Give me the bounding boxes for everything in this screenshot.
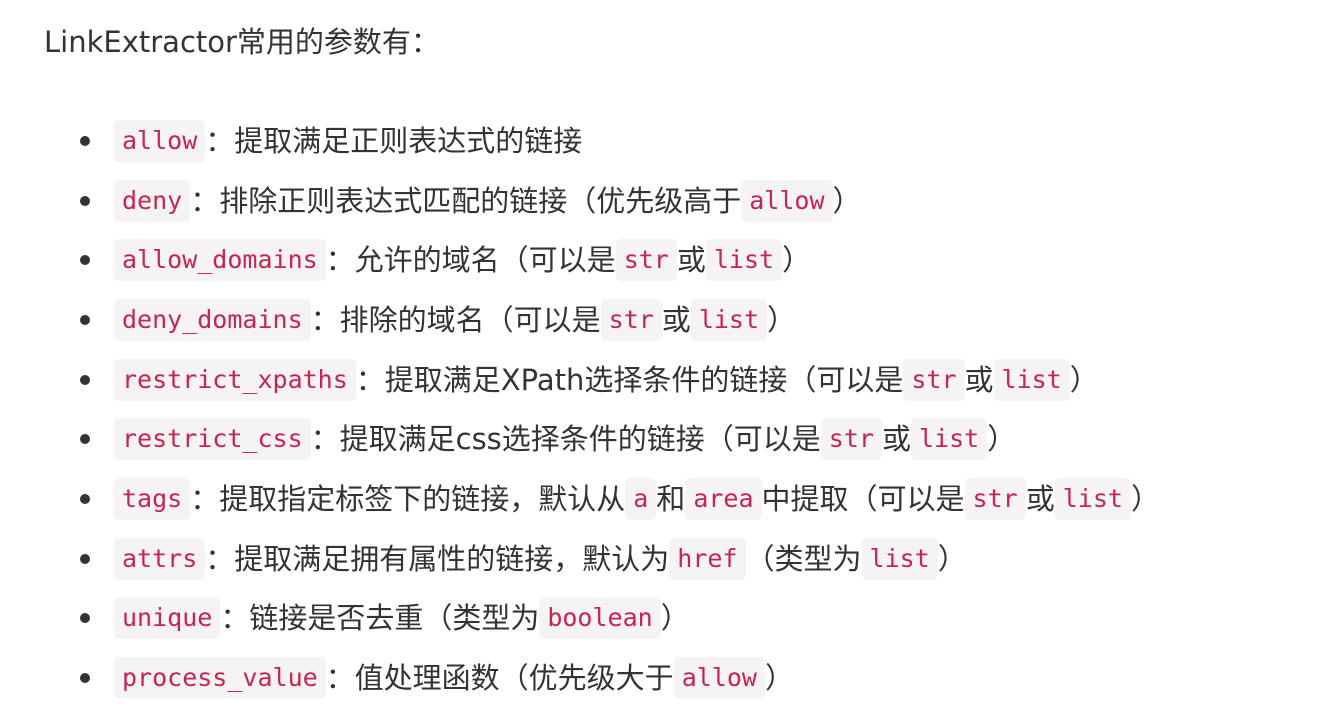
item-text: （类型为 — [745, 541, 862, 576]
inline-code: allow — [114, 119, 206, 162]
inline-code: restrict_css — [114, 418, 311, 461]
item-text: ） — [1069, 362, 1099, 397]
inline-code: deny_domains — [114, 298, 311, 341]
article-content: LinkExtractor常用的参数有： allow ：提取满足正则表达式的链接… — [44, 18, 1320, 708]
inline-code: str — [903, 358, 965, 401]
inline-code: list — [993, 358, 1070, 401]
inline-code: list — [861, 537, 938, 580]
list-item-process-value: process_value ：值处理函数（优先级大于 allow ） — [80, 648, 1320, 708]
inline-code: allow — [673, 657, 765, 700]
inline-code: list — [705, 239, 783, 282]
item-text: ：允许的域名（可以是 — [325, 243, 616, 278]
inline-code: href — [669, 537, 746, 580]
item-text: 和 — [656, 481, 686, 516]
list-item-unique: unique ：链接是否去重（类型为 boolean ） — [80, 589, 1320, 649]
inline-code: allow — [741, 179, 833, 222]
parameter-list: allow ：提取满足正则表达式的链接 deny ：排除正则表达式匹配的链接（优… — [44, 111, 1320, 708]
item-text: 或 — [676, 243, 706, 278]
inline-code: restrict_xpaths — [114, 358, 356, 401]
inline-code: unique — [114, 597, 221, 640]
item-text: ） — [767, 302, 797, 337]
item-text: ：提取满足XPath选择条件的链接（可以是 — [355, 362, 904, 397]
inline-code: process_value — [114, 657, 326, 700]
inline-code: deny — [114, 179, 191, 222]
bullet-icon — [80, 613, 90, 624]
list-item-deny: deny ：排除正则表达式匹配的链接（优先级高于 allow ） — [80, 171, 1320, 231]
item-text: 或 — [881, 422, 911, 457]
item-text: ：排除正则表达式匹配的链接（优先级高于 — [190, 183, 742, 218]
item-text: ：提取指定标签下的链接，默认从 — [190, 481, 626, 516]
intro-text: LinkExtractor常用的参数有： — [44, 25, 440, 59]
item-text: ） — [987, 422, 1017, 457]
bullet-icon — [80, 195, 90, 206]
list-item-restrict-xpaths: restrict_xpaths ：提取满足XPath选择条件的链接（可以是 st… — [80, 350, 1320, 410]
item-text: ） — [832, 183, 862, 218]
item-text: ：提取满足css选择条件的链接（可以是 — [310, 422, 821, 457]
item-text: ：提取满足拥有属性的链接，默认为 — [205, 541, 670, 576]
item-text: ：提取满足正则表达式的链接 — [205, 123, 583, 158]
item-text: ：值处理函数（优先级大于 — [325, 661, 674, 696]
inline-code: str — [615, 239, 677, 282]
item-text: ） — [764, 661, 794, 696]
item-text: ：链接是否去重（类型为 — [220, 601, 540, 636]
item-text: 或 — [661, 302, 691, 337]
list-item-attrs: attrs ：提取满足拥有属性的链接，默认为 href （类型为 list ） — [80, 529, 1320, 589]
inline-code: list — [1054, 477, 1131, 520]
inline-code: list — [690, 298, 768, 341]
item-text: 或 — [964, 362, 994, 397]
list-item-allow: allow ：提取满足正则表达式的链接 — [80, 111, 1320, 171]
inline-code: tags — [114, 477, 191, 520]
list-item-deny-domains: deny_domains ：排除的域名（可以是 str 或 list ） — [80, 290, 1320, 350]
item-text: 中提取（可以是 — [761, 481, 965, 516]
inline-code: a — [625, 477, 657, 520]
item-text: ） — [937, 541, 967, 576]
item-text: ：排除的域名（可以是 — [310, 302, 601, 337]
item-text: ） — [782, 243, 812, 278]
bullet-icon — [80, 434, 90, 445]
bullet-icon — [80, 673, 90, 684]
bullet-icon — [80, 314, 90, 325]
bullet-icon — [80, 255, 90, 266]
item-text: 或 — [1025, 481, 1055, 516]
list-item-allow-domains: allow_domains ：允许的域名（可以是 str 或 list ） — [80, 230, 1320, 290]
inline-code: str — [820, 418, 882, 461]
inline-code: str — [600, 298, 662, 341]
inline-code: str — [964, 477, 1026, 520]
bullet-icon — [80, 135, 90, 146]
inline-code: boolean — [539, 597, 661, 640]
inline-code: list — [910, 418, 988, 461]
inline-code: attrs — [114, 537, 206, 580]
inline-code: area — [685, 477, 762, 520]
list-item-tags: tags ：提取指定标签下的链接，默认从 a 和 area 中提取（可以是 st… — [80, 469, 1320, 529]
bullet-icon — [80, 374, 90, 385]
item-text: ） — [1130, 481, 1160, 516]
inline-code: allow_domains — [114, 239, 326, 282]
list-item-restrict-css: restrict_css ：提取满足css选择条件的链接（可以是 str 或 l… — [80, 409, 1320, 469]
item-text: ） — [660, 601, 690, 636]
bullet-icon — [80, 493, 90, 504]
bullet-icon — [80, 553, 90, 564]
